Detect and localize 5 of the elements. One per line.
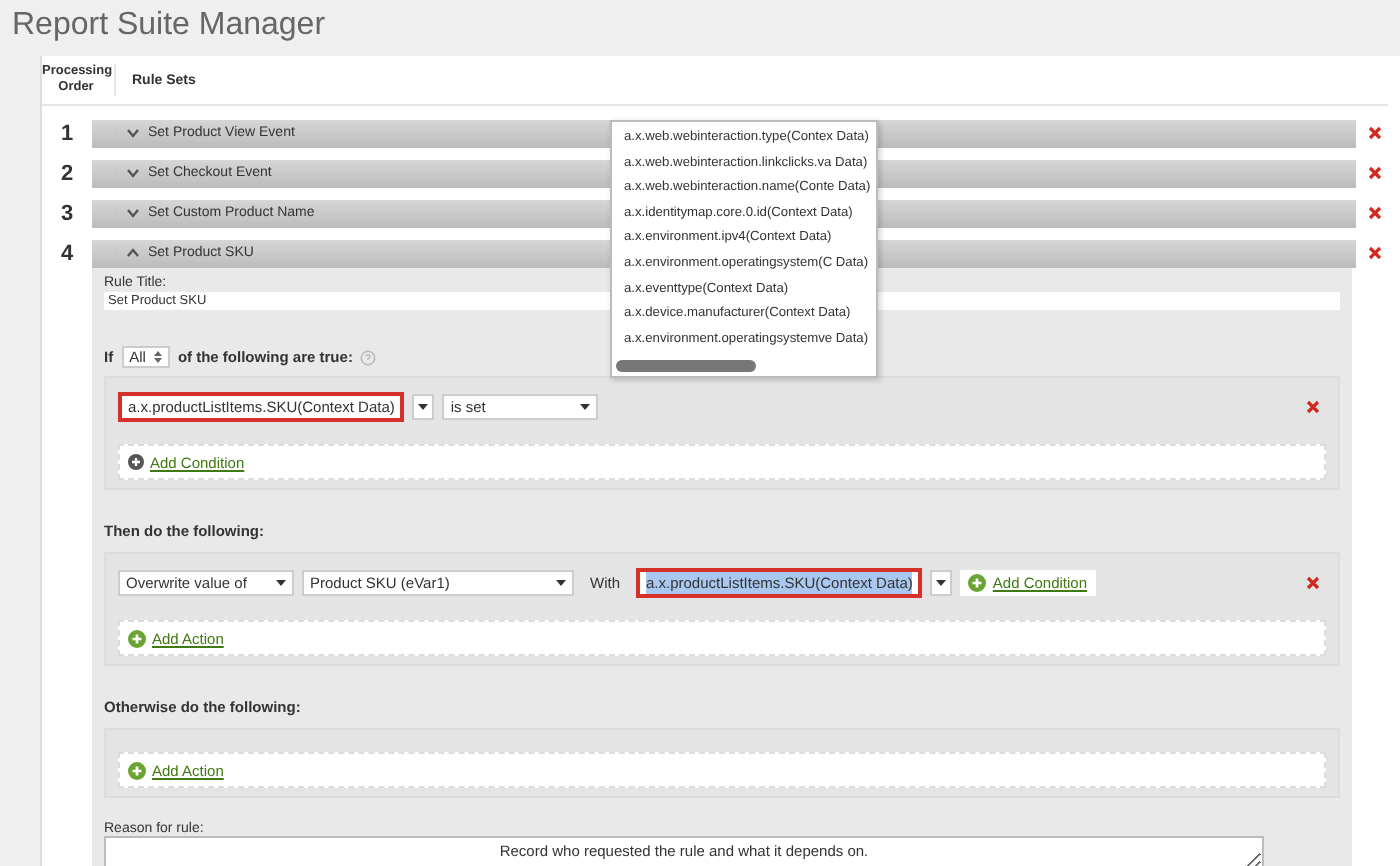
order-number: 1 [58,121,76,145]
page-title: Report Suite Manager [10,6,328,46]
order-number: 4 [58,241,76,265]
order-number: 3 [58,201,76,225]
order-number: 2 [58,161,76,185]
